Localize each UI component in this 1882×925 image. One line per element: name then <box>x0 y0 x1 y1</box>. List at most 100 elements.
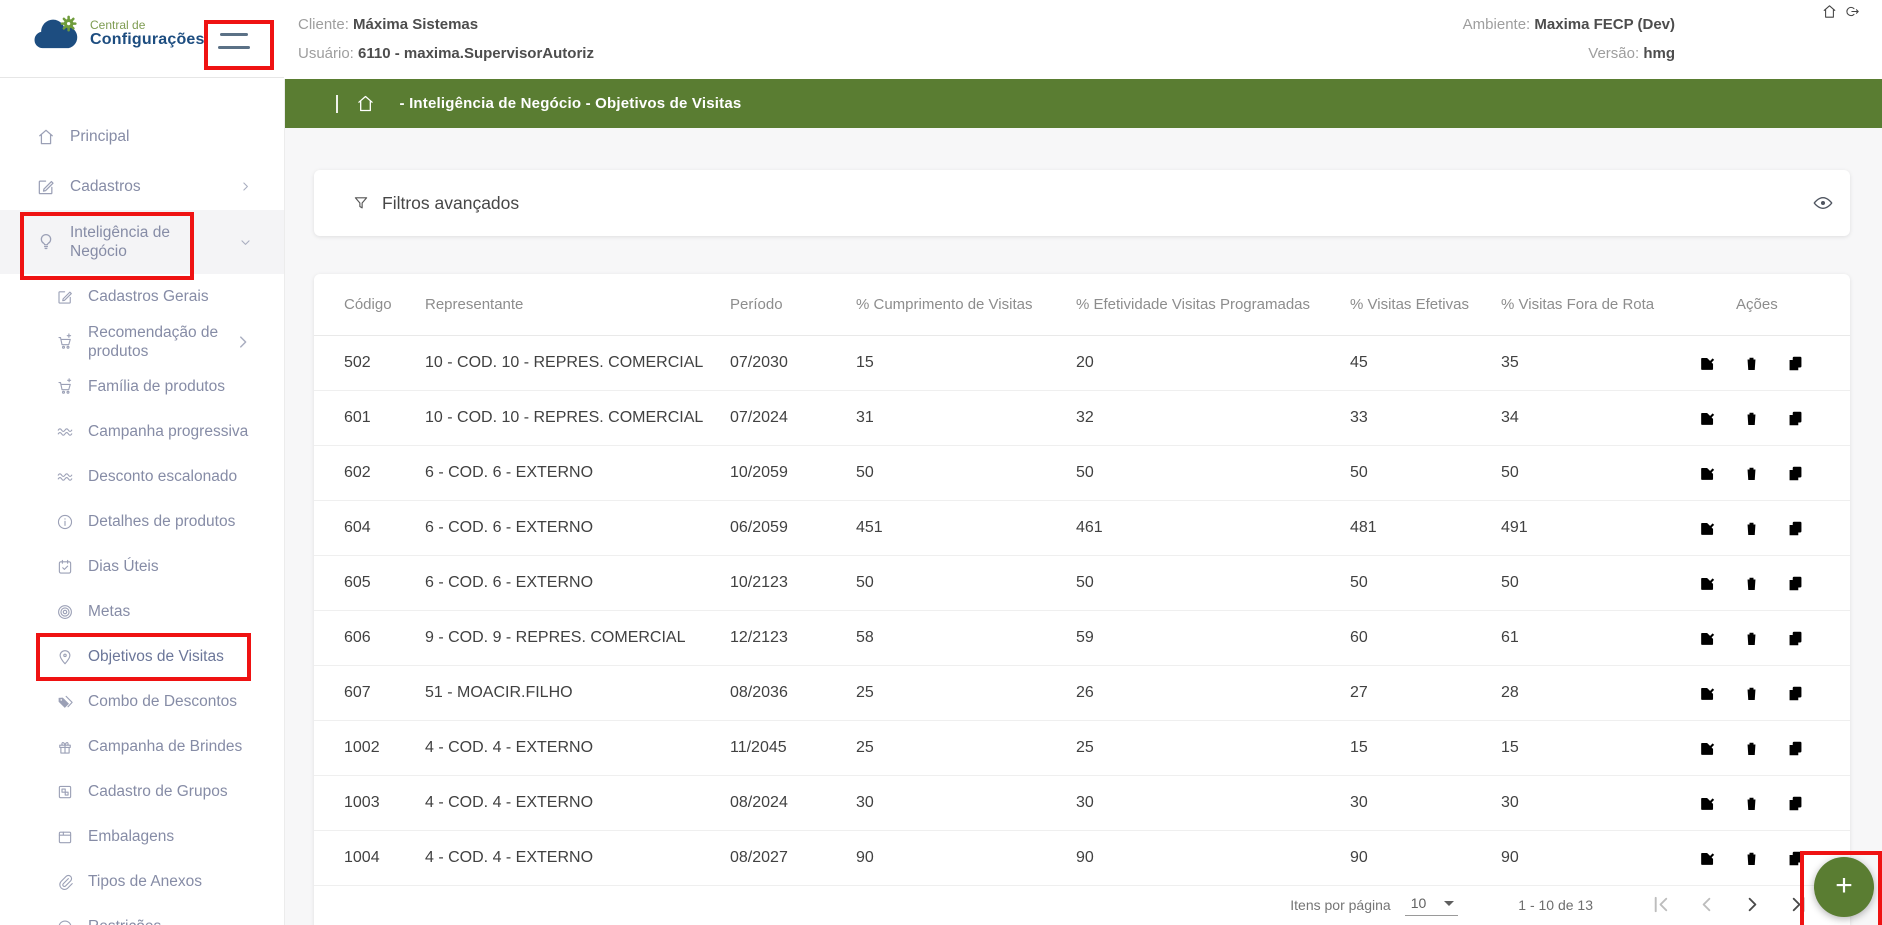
previous-page-button[interactable] <box>1695 893 1718 916</box>
edit-row-button[interactable] <box>1698 849 1717 868</box>
menu-toggle-button[interactable] <box>212 26 256 54</box>
delete-row-button[interactable] <box>1742 354 1761 373</box>
sidebar-item-principal[interactable]: Principal <box>0 114 284 159</box>
delete-row-button[interactable] <box>1742 519 1761 538</box>
copy-row-button[interactable] <box>1786 794 1805 813</box>
sidebar-item-tipos-de-anexos[interactable]: Tipos de Anexos <box>0 859 284 904</box>
delete-row-button[interactable] <box>1742 684 1761 703</box>
copy-row-button[interactable] <box>1786 519 1805 538</box>
edit-row-button[interactable] <box>1698 739 1717 758</box>
cell-periodo: 07/2024 <box>730 409 856 427</box>
column-header: % Cumprimento de Visitas <box>856 296 1076 313</box>
cell-efetivas: 33 <box>1350 409 1501 427</box>
eye-icon[interactable] <box>1812 192 1834 214</box>
sidebar: Principal Cadastros Inteligência de Negóci… <box>0 79 285 925</box>
first-page-button[interactable] <box>1649 893 1672 916</box>
pin-icon <box>56 648 74 666</box>
bulb-icon <box>36 232 56 252</box>
sidebar-item-objetivos-de-visitas[interactable]: Objetivos de Visitas <box>0 634 284 679</box>
cell-periodo: 12/2123 <box>730 629 856 647</box>
cell-efetividade: 26 <box>1076 684 1350 702</box>
select-caret-icon <box>1444 901 1454 906</box>
copy-row-button[interactable] <box>1786 464 1805 483</box>
edit-row-button[interactable] <box>1698 684 1717 703</box>
sidebar-item-combo-de-descontos[interactable]: Combo de Descontos <box>0 679 284 724</box>
cell-efetivas: 45 <box>1350 354 1501 372</box>
cell-periodo: 06/2059 <box>730 519 856 537</box>
sidebar-item-cadastros[interactable]: Cadastros <box>0 164 284 209</box>
edit-row-button[interactable] <box>1698 354 1717 373</box>
cell-codigo: 604 <box>344 519 425 537</box>
sidebar-item-metas[interactable]: Metas <box>0 589 284 634</box>
copy-row-button[interactable] <box>1786 409 1805 428</box>
sidebar-item-embalagens[interactable]: Embalagens <box>0 814 284 859</box>
sidebar-item-restricoes[interactable]: Restrições <box>0 904 284 925</box>
delete-row-button[interactable] <box>1742 574 1761 593</box>
plus-icon: + <box>1835 871 1853 901</box>
delete-row-button[interactable] <box>1742 409 1761 428</box>
environment-info: Ambiente: Maxima FECP (Dev) <box>1463 16 1675 33</box>
copy-row-button[interactable] <box>1786 574 1805 593</box>
delete-row-button[interactable] <box>1742 794 1761 813</box>
sidebar-item-label: Inteligência de Negócio <box>70 223 220 261</box>
copy-row-button[interactable] <box>1786 629 1805 648</box>
breadcrumb-home-icon[interactable] <box>355 93 376 114</box>
sidebar-item-label: Combo de Descontos <box>88 692 237 711</box>
delete-row-button[interactable] <box>1742 464 1761 483</box>
sidebar-item-cadastro-de-grupos[interactable]: Cadastro de Grupos <box>0 769 284 814</box>
cell-representante: 10 - COD. 10 - REPRES. COMERCIAL <box>425 354 730 372</box>
sidebar-item-label: Tipos de Anexos <box>88 872 202 891</box>
sidebar-item-desconto-escalonado[interactable]: Desconto escalonado <box>0 454 284 499</box>
last-page-button[interactable] <box>1787 893 1810 916</box>
cell-codigo: 602 <box>344 464 425 482</box>
user-value: 6110 - maxima.SupervisorAutoriz <box>358 45 594 62</box>
logout-icon[interactable] <box>1843 3 1860 20</box>
edit-row-button[interactable] <box>1698 409 1717 428</box>
sidebar-item-cadastros-gerais[interactable]: Cadastros Gerais <box>0 274 284 319</box>
copy-row-button[interactable] <box>1786 354 1805 373</box>
copy-row-button[interactable] <box>1786 684 1805 703</box>
edit-row-button[interactable] <box>1698 464 1717 483</box>
delete-row-button[interactable] <box>1742 629 1761 648</box>
cell-efetivas: 60 <box>1350 629 1501 647</box>
home-icon[interactable] <box>1821 3 1838 20</box>
row-actions <box>1690 409 1850 428</box>
objectives-table-card: CódigoRepresentantePeríodo% Cumprimento … <box>314 274 1850 925</box>
logo-line2: Configurações <box>90 32 205 49</box>
sidebar-item-dias-uteis[interactable]: Dias Úteis <box>0 544 284 589</box>
sidebar-item-campanha-progressiva[interactable]: Campanha progressiva <box>0 409 284 454</box>
edit-row-button[interactable] <box>1698 794 1717 813</box>
edit-row-button[interactable] <box>1698 574 1717 593</box>
info-icon <box>56 513 74 531</box>
sidebar-item-label: Objetivos de Visitas <box>88 647 224 666</box>
sidebar-item-label: Cadastros <box>70 177 141 196</box>
next-page-button[interactable] <box>1741 893 1764 916</box>
cell-codigo: 605 <box>344 574 425 592</box>
cell-representante: 4 - COD. 4 - EXTERNO <box>425 739 730 757</box>
copy-row-button[interactable] <box>1786 739 1805 758</box>
delete-row-button[interactable] <box>1742 849 1761 868</box>
menu-icon <box>220 33 248 36</box>
cell-cumprimento: 451 <box>856 519 1076 537</box>
cell-fora_rota: 34 <box>1501 409 1690 427</box>
sidebar-item-campanha-de-brindes[interactable]: Campanha de Brindes <box>0 724 284 769</box>
sidebar-item-label: Recomendação de produtos <box>88 323 256 361</box>
sidebar-item-detalhes-de-produtos[interactable]: Detalhes de produtos <box>0 499 284 544</box>
cell-fora_rota: 15 <box>1501 739 1690 757</box>
top-header-bar: Central de Configurações Cliente: Máxima… <box>0 0 1882 79</box>
main-content: Filtros avançados CódigoRepresentantePer… <box>284 128 1882 925</box>
edit-row-button[interactable] <box>1698 629 1717 648</box>
sidebar-item-recomendacao-de-produtos[interactable]: Recomendação de produtos <box>0 319 284 364</box>
edit-row-button[interactable] <box>1698 519 1717 538</box>
app-logo[interactable]: Central de Configurações <box>30 14 205 54</box>
cell-efetividade: 461 <box>1076 519 1350 537</box>
copy-row-button[interactable] <box>1786 849 1805 868</box>
delete-row-button[interactable] <box>1742 739 1761 758</box>
sidebar-item-inteligencia-de-negocio[interactable]: Inteligência de Negócio <box>0 210 284 274</box>
add-button[interactable]: + <box>1814 857 1874 917</box>
advanced-filters-panel[interactable]: Filtros avançados <box>314 170 1850 236</box>
items-per-page-select[interactable]: 10 <box>1405 893 1459 916</box>
cell-codigo: 606 <box>344 629 425 647</box>
cell-periodo: 08/2027 <box>730 849 856 867</box>
sidebar-item-familia-de-produtos[interactable]: Família de produtos <box>0 364 284 409</box>
